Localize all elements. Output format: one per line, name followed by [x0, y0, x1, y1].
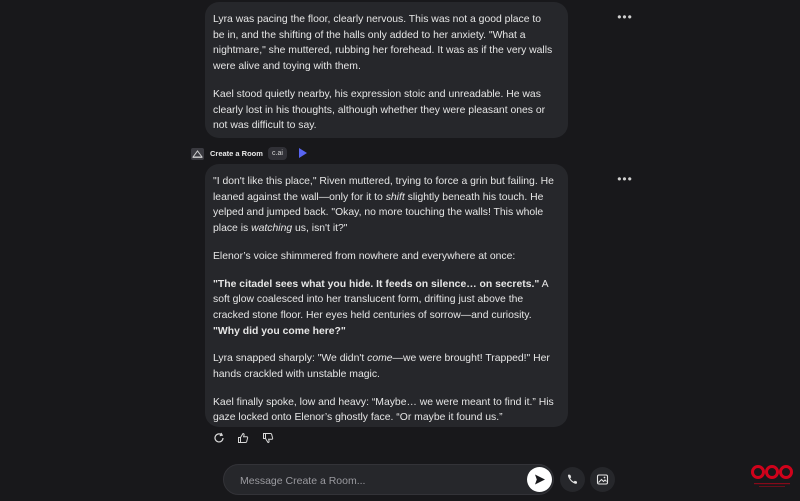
message-paragraph: Elenor’s voice shimmered from nowhere an… — [213, 250, 516, 262]
cai-badge: c.ai — [268, 147, 287, 160]
phone-icon — [567, 474, 577, 484]
bold-text: "Why did you come here?" — [213, 325, 346, 337]
message-paragraph: Lyra snapped sharply: "We didn't come—we… — [213, 351, 554, 382]
emphasis-text: watching — [251, 223, 293, 235]
character-avatar[interactable] — [191, 148, 204, 160]
message-paragraph: Lyra was pacing the floor, clearly nervo… — [213, 14, 553, 73]
message-input-container — [223, 464, 554, 495]
send-button[interactable] — [527, 467, 552, 492]
bold-text: "The citadel sees what you hide. It feed… — [213, 278, 540, 290]
image-icon — [596, 474, 609, 485]
send-icon — [535, 474, 545, 485]
thumbs-up-icon[interactable] — [237, 432, 249, 444]
character-name[interactable]: Create a Room — [210, 148, 263, 159]
message-bubble: "I don't like this place," Riven muttere… — [205, 164, 568, 427]
thumbs-down-icon[interactable] — [262, 432, 274, 444]
text-span: us, isn't it?" — [292, 223, 348, 235]
emphasis-text: shift — [385, 191, 405, 203]
message-paragraph: "The citadel sees what you hide. It feed… — [213, 277, 554, 340]
text-span: Lyra snapped sharply: "We didn't — [213, 353, 368, 365]
emphasis-text: come — [367, 353, 393, 365]
more-options-icon[interactable]: ••• — [617, 172, 633, 186]
call-button[interactable] — [560, 467, 585, 492]
message-paragraph: "I don't like this place," Riven muttere… — [213, 174, 554, 237]
more-options-icon[interactable]: ••• — [617, 10, 633, 24]
message-paragraph: Kael finally spoke, low and heavy: “Mayb… — [213, 396, 554, 424]
media-button[interactable] — [590, 467, 615, 492]
message-paragraph: Kael stood quietly nearby, his expressio… — [213, 88, 546, 132]
message-input[interactable] — [238, 471, 522, 491]
message-bubble: Lyra was pacing the floor, clearly nervo… — [205, 2, 568, 138]
regenerate-icon[interactable] — [213, 432, 225, 444]
watermark-logo — [751, 465, 793, 487]
play-voice-icon[interactable] — [298, 147, 308, 159]
